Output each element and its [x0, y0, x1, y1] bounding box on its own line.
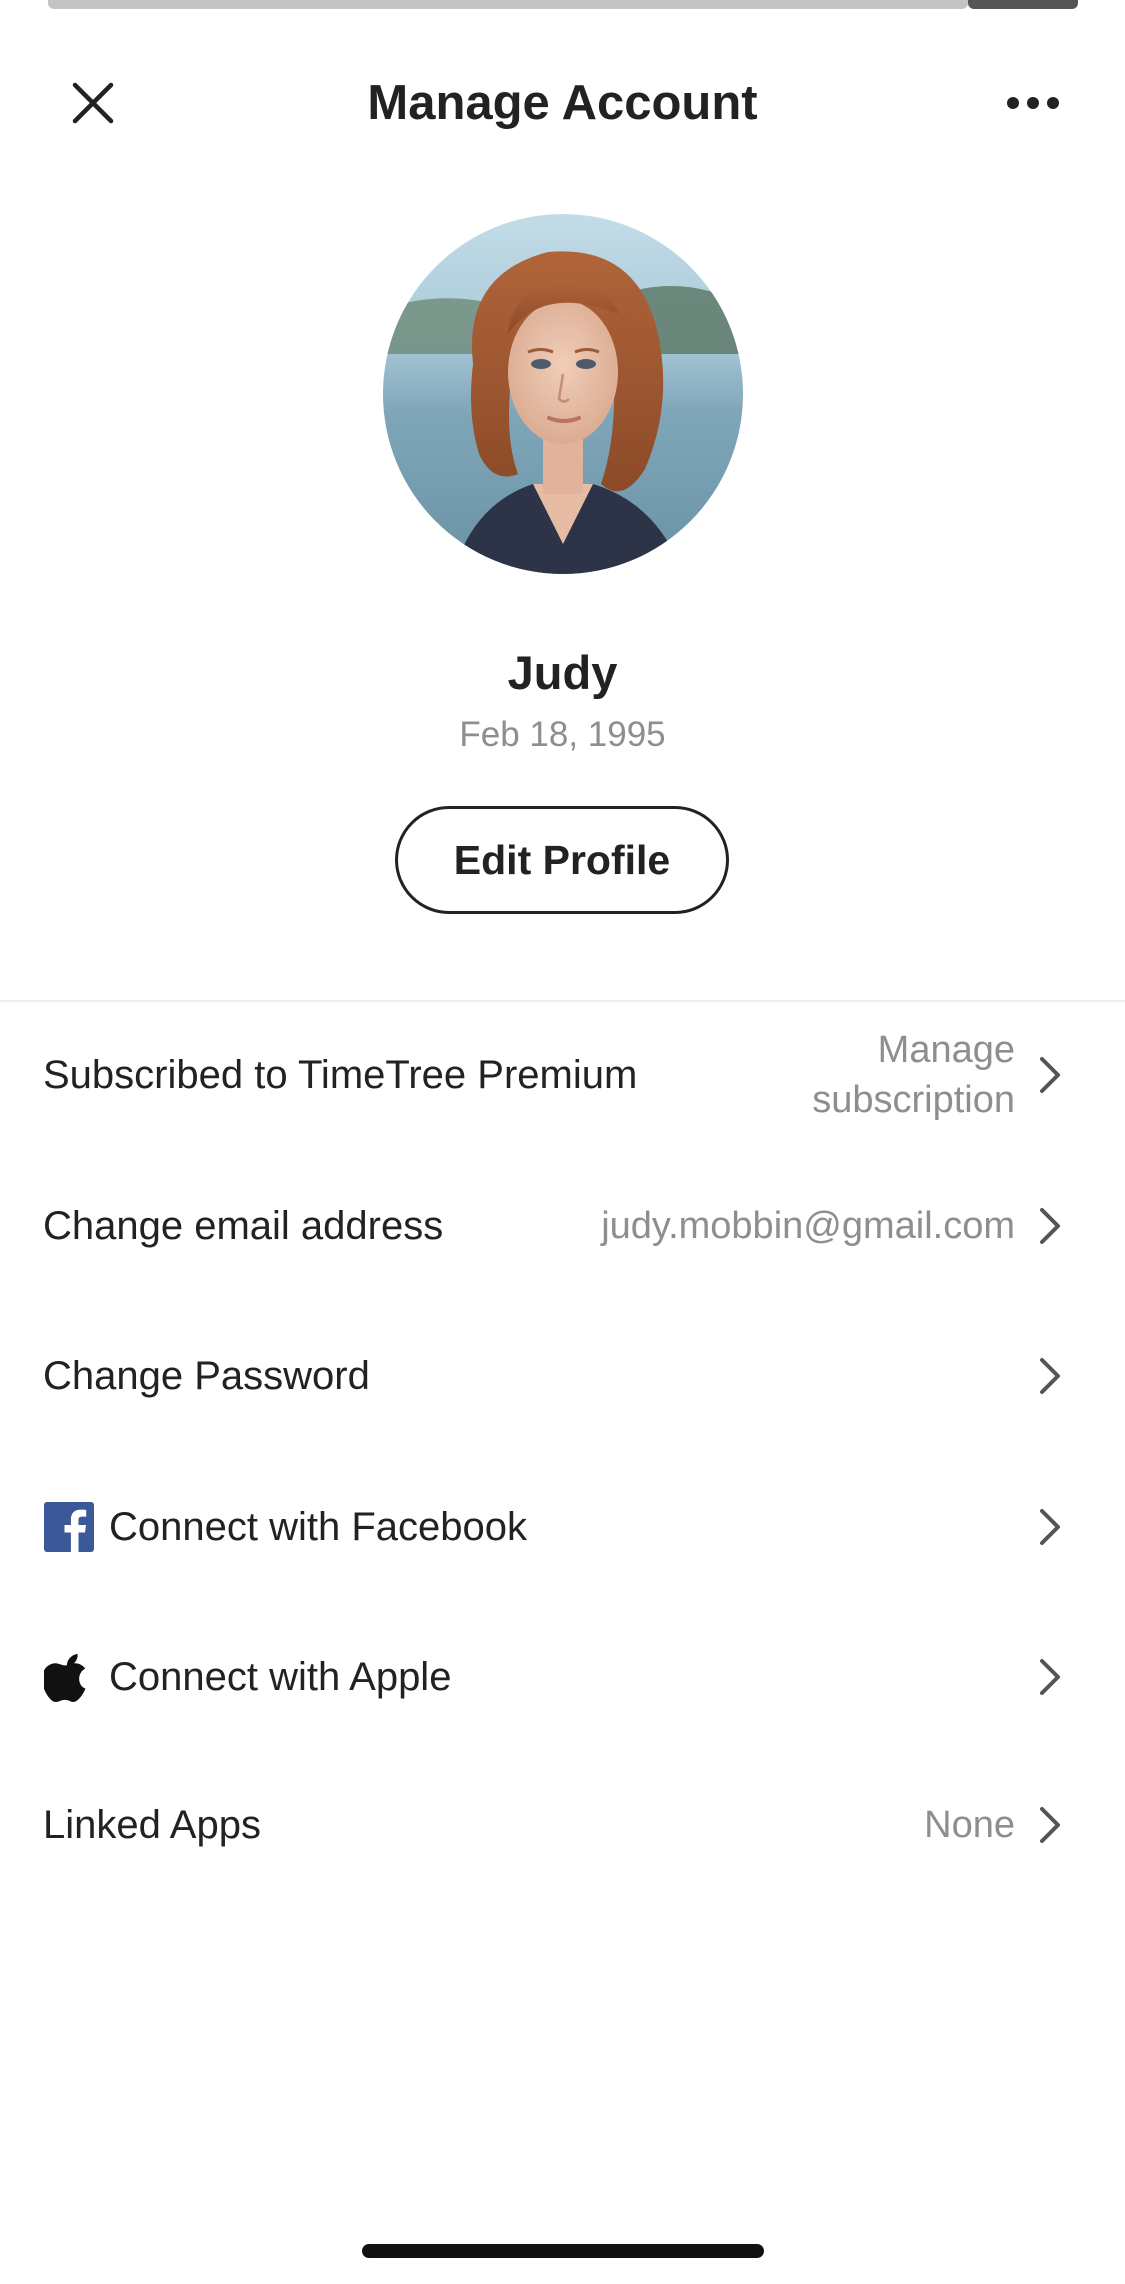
- header: Manage Account: [0, 10, 1125, 190]
- modal-sheet: Manage Account Judy Feb 18, 1995 Edit Pr…: [0, 10, 1125, 2284]
- change-password-row[interactable]: Change Password: [0, 1301, 1125, 1451]
- profile-name: Judy: [507, 646, 618, 699]
- chevron-right-icon: [1040, 1509, 1060, 1545]
- background-sheet-bar-dark: [968, 0, 1078, 9]
- connect-facebook-label: Connect with Facebook: [109, 1504, 528, 1549]
- apple-icon: [44, 1654, 86, 1702]
- manage-account-screen: Manage Account Judy Feb 18, 1995 Edit Pr…: [0, 0, 1125, 2284]
- manage-subscription-line2: subscription: [812, 1079, 1015, 1121]
- chevron-right-icon: [1040, 1208, 1060, 1244]
- edit-profile-button[interactable]: Edit Profile: [395, 806, 729, 914]
- chevron-right-icon: [1040, 1807, 1060, 1843]
- profile-avatar[interactable]: [383, 214, 743, 574]
- chevron-right-icon: [1040, 1659, 1060, 1695]
- manage-subscription-link[interactable]: Manage subscription: [812, 1000, 1015, 1150]
- manage-subscription-line1: Manage: [877, 1029, 1015, 1071]
- email-value: judy.mobbin@gmail.com: [601, 1204, 1015, 1247]
- chevron-right-icon: [1040, 1358, 1060, 1394]
- connect-apple-label: Connect with Apple: [109, 1654, 452, 1699]
- subscription-label: Subscribed to TimeTree Premium: [43, 1052, 638, 1097]
- avatar-portrait-image: [383, 214, 743, 574]
- background-sheet-bar: [48, 0, 968, 9]
- linked-apps-value: None: [924, 1803, 1015, 1846]
- change-email-label: Change email address: [43, 1203, 444, 1248]
- connect-apple-row[interactable]: Connect with Apple: [0, 1602, 1125, 1752]
- home-indicator[interactable]: [362, 2244, 764, 2258]
- linked-apps-row[interactable]: Linked Apps None: [0, 1750, 1125, 1900]
- change-password-label: Change Password: [43, 1353, 370, 1398]
- connect-facebook-row[interactable]: Connect with Facebook: [0, 1452, 1125, 1602]
- more-options-button[interactable]: [995, 68, 1071, 138]
- change-email-row[interactable]: Change email address judy.mobbin@gmail.c…: [0, 1151, 1125, 1301]
- page-title: Manage Account: [367, 76, 758, 130]
- chevron-right-icon: [1040, 1057, 1060, 1093]
- subscription-row[interactable]: Subscribed to TimeTree Premium Manage su…: [0, 1000, 1125, 1150]
- linked-apps-label: Linked Apps: [43, 1802, 261, 1847]
- facebook-icon: [44, 1502, 94, 1552]
- more-horizontal-icon: [1007, 97, 1059, 109]
- profile-birthday: Feb 18, 1995: [459, 715, 666, 754]
